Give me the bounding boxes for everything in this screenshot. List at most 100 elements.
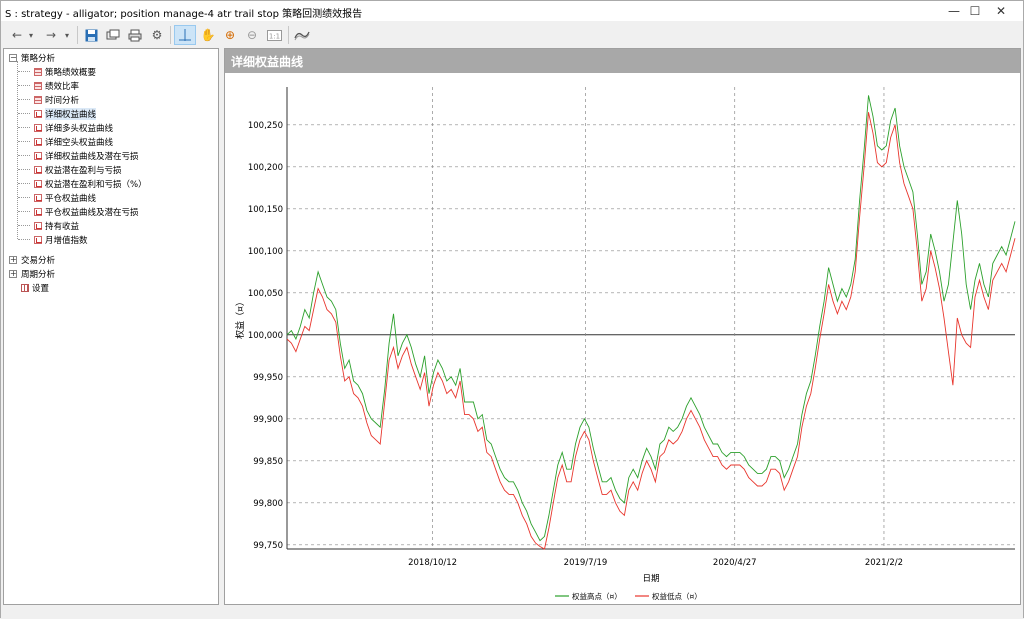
- zoom-in-icon[interactable]: ⊕: [220, 25, 240, 45]
- tree-item-label: 权益潜在盈利和亏损（%）: [45, 179, 147, 190]
- tree-node-trade-analysis[interactable]: 交易分析: [21, 253, 55, 266]
- tree-connector: [18, 127, 30, 128]
- tree-node-period-analysis[interactable]: 周期分析: [21, 267, 55, 280]
- save-icon[interactable]: [81, 25, 101, 45]
- tree-item-6[interactable]: 详细权益曲线及潜在亏损: [34, 149, 139, 162]
- tree-connector: [18, 183, 30, 184]
- toolbar: ← ▾ → ▾ ⚙ ✋ ⊕ ⊖ 1:1: [1, 23, 1023, 47]
- y-tick-label: 100,100: [248, 247, 283, 257]
- tree-connector: [18, 71, 30, 72]
- print-icon[interactable]: [125, 25, 145, 45]
- tree-item-label: 月增值指数: [45, 235, 88, 246]
- forward-icon[interactable]: →: [41, 25, 61, 45]
- tree-item-1[interactable]: 绩效比率: [34, 79, 79, 92]
- tree-item-label: 权益潜在盈利与亏损: [45, 165, 122, 176]
- tree-item-label: 平仓权益曲线及潜在亏损: [45, 207, 139, 218]
- tree-item-4[interactable]: 详细多头权益曲线: [34, 121, 113, 134]
- tree-item-label: 时间分析: [45, 95, 80, 106]
- tree-item-7[interactable]: 权益潜在盈利与亏损: [34, 163, 122, 176]
- y-tick-label: 99,950: [253, 373, 283, 383]
- y-tick-label: 99,800: [253, 499, 283, 509]
- tree-connector: [18, 211, 30, 212]
- reset-zoom-icon[interactable]: 1:1: [264, 25, 284, 45]
- chart-icon: [34, 165, 42, 174]
- chart-icon: [34, 151, 42, 160]
- status-bar: [1, 607, 1023, 619]
- hand-icon[interactable]: ✋: [198, 25, 218, 45]
- tree-item-label: 详细权益曲线及潜在亏损: [45, 151, 139, 162]
- tree-connector: [18, 113, 30, 114]
- chart-icon: [34, 207, 42, 216]
- dropdown-icon[interactable]: ▾: [61, 25, 73, 45]
- tree-item-8[interactable]: 权益潜在盈利和亏损（%）: [34, 177, 147, 190]
- zoom-out-icon[interactable]: ⊖: [242, 25, 262, 45]
- x-tick-label: 2018/10/12: [408, 558, 457, 568]
- x-tick-label: 2020/4/27: [713, 558, 757, 568]
- tree-item-3[interactable]: 详细权益曲线: [34, 107, 97, 120]
- window-title: S : strategy - alligator; position manag…: [5, 9, 363, 20]
- tree-node-label: 设置: [32, 283, 50, 294]
- dropdown-icon[interactable]: ▾: [25, 25, 37, 45]
- y-axis-label: 权益（¤）: [234, 297, 246, 339]
- tree-item-label: 绩效比率: [45, 81, 80, 92]
- expand-icon[interactable]: +: [9, 256, 17, 264]
- collapse-icon[interactable]: −: [9, 54, 17, 62]
- tree-node-label: 交易分析: [21, 255, 56, 266]
- toolbar-separator: [288, 26, 289, 44]
- chart-icon: [34, 221, 42, 230]
- back-icon[interactable]: ←: [7, 25, 27, 45]
- tree-guide-line: [17, 61, 18, 239]
- wave-icon[interactable]: [292, 25, 312, 45]
- tree-item-label: 详细空头权益曲线: [45, 137, 114, 148]
- tree-node-label: 周期分析: [21, 269, 56, 280]
- chart-icon: [34, 137, 42, 146]
- tree-connector: [18, 155, 30, 156]
- settings-icon[interactable]: ⚙: [147, 25, 167, 45]
- tree-item-11[interactable]: 持有收益: [34, 219, 79, 232]
- equity-chart[interactable]: 99,750 99,800 99,850 99,900 99,950 100,000 100…: [225, 73, 1020, 604]
- grid-icon: [21, 283, 29, 292]
- y-tick-label: 100,050: [248, 289, 283, 299]
- chart-icon: [34, 179, 42, 188]
- table-icon: [34, 95, 42, 104]
- tree-node-settings[interactable]: 设置: [21, 281, 49, 294]
- crosshair-icon[interactable]: [174, 25, 196, 45]
- copy-icon[interactable]: [103, 25, 123, 45]
- tree-connector: [18, 239, 30, 240]
- chart-icon: [34, 193, 42, 202]
- tree-item-9[interactable]: 平仓权益曲线: [34, 191, 96, 204]
- tree-item-5[interactable]: 详细空头权益曲线: [34, 135, 113, 148]
- y-tick-label: 100,200: [248, 163, 283, 173]
- chart-icon: [34, 109, 42, 118]
- tree-connector: [18, 197, 30, 198]
- app-window: S : strategy - alligator; position manag…: [0, 0, 1024, 619]
- tree-item-12[interactable]: 月增值指数: [34, 233, 88, 246]
- tree-connector: [18, 141, 30, 142]
- y-tick-label: 100,150: [248, 205, 283, 215]
- series-line-high: [286, 95, 1016, 542]
- tree-connector: [18, 85, 30, 86]
- x-tick-label: 2021/2/2: [865, 558, 903, 568]
- tree-item-10[interactable]: 平仓权益曲线及潜在亏损: [34, 205, 139, 218]
- report-panel: 详细权益曲线 99,750 99,800 99,850 99,900 99,950 100…: [224, 48, 1021, 605]
- svg-text:1:1: 1:1: [268, 32, 279, 40]
- chart-icon: [34, 123, 42, 132]
- report-tree: − 策略分析 策略绩效概要 绩效比率时间分析 详细权益曲线详细多头权益曲线 详细空头权…: [3, 48, 219, 605]
- y-tick-label: 100,250: [248, 121, 283, 131]
- panel-title: 详细权益曲线: [225, 49, 1020, 73]
- tree-item-label: 详细多头权益曲线: [45, 123, 114, 134]
- y-tick-label: 100,000: [248, 331, 283, 341]
- tree-connector: [18, 225, 30, 226]
- tree-connector: [18, 169, 30, 170]
- chart-icon: [34, 235, 42, 244]
- tree-connector: [18, 99, 30, 100]
- table-icon: [34, 67, 42, 76]
- tree-item-2[interactable]: 时间分析: [34, 93, 79, 106]
- x-axis-label: 日期: [642, 574, 659, 584]
- close-button[interactable]: ✕: [978, 1, 1024, 21]
- tree-item-0[interactable]: 策略绩效概要: [34, 65, 96, 78]
- tree-item-label: 策略绩效概要: [45, 67, 97, 78]
- table-icon: [34, 81, 42, 90]
- tree-node-strategy-analysis[interactable]: 策略分析: [21, 51, 55, 64]
- expand-icon[interactable]: +: [9, 270, 17, 278]
